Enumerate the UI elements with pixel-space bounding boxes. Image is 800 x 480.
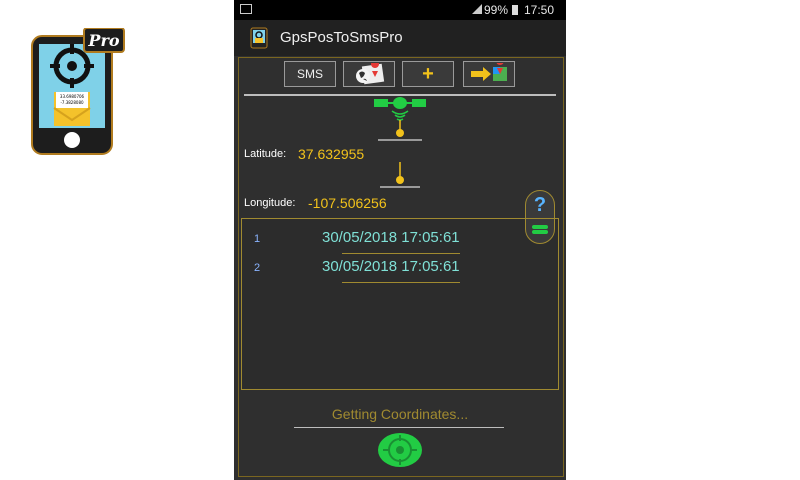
- image-notification-icon: [240, 4, 252, 14]
- app-launcher-icon: 33.6980706 -7.3828080 Pro: [30, 27, 126, 156]
- gps-target-icon: [378, 433, 422, 467]
- location-marker-icon: [380, 162, 420, 188]
- sms-preview-line1: 33.6980706: [60, 94, 85, 99]
- gps-locate-button[interactable]: [377, 432, 423, 468]
- list-item[interactable]: 2 30/05/2018 17:05:61: [242, 252, 542, 286]
- help-button[interactable]: ?: [525, 190, 555, 220]
- status-clock: 17:50: [524, 3, 555, 17]
- database-icon: [532, 225, 548, 234]
- battery-percent: 99%: [484, 3, 509, 17]
- longitude-label: Longitude:: [244, 197, 296, 209]
- app-title: GpsPosToSmsPro: [280, 29, 403, 46]
- world-map-pin-icon: [356, 63, 385, 85]
- phone-screen: 99% 17:50 GpsPosToSmsPro SMS + Latitude:…: [234, 0, 566, 480]
- add-button-label: +: [422, 62, 434, 85]
- pro-badge: Pro: [87, 31, 119, 50]
- history-list[interactable]: 1 30/05/2018 17:05:61 2 30/05/2018 17:05…: [241, 218, 559, 390]
- app-logo-icon: [250, 27, 268, 49]
- arrow-maps-icon: [471, 63, 507, 81]
- latitude-label: Latitude:: [244, 148, 287, 160]
- list-item-datetime: 30/05/2018 17:05:61: [322, 229, 460, 246]
- gps-status-text: Getting Coordinates...: [331, 406, 469, 422]
- list-item-index: 1: [254, 233, 261, 245]
- database-button[interactable]: [525, 218, 555, 244]
- satellite-icon: [374, 97, 426, 141]
- status-bar: 99% 17:50: [234, 0, 566, 20]
- list-item-datetime: 30/05/2018 17:05:61: [322, 258, 460, 275]
- latitude-value: 37.632955: [298, 146, 365, 162]
- add-button[interactable]: +: [402, 61, 454, 87]
- map-pin-button[interactable]: [343, 61, 395, 87]
- open-maps-button[interactable]: [463, 61, 515, 87]
- sms-preview-line2: -7.3828080: [60, 100, 84, 105]
- sms-button[interactable]: SMS: [284, 61, 336, 87]
- battery-icon: [512, 5, 518, 15]
- status-divider: [294, 427, 504, 428]
- list-item-index: 2: [254, 262, 261, 274]
- longitude-value: -107.506256: [308, 195, 387, 211]
- app-bar: GpsPosToSmsPro: [234, 20, 566, 56]
- sms-button-label: SMS: [296, 67, 323, 81]
- help-icon: ?: [533, 193, 547, 216]
- signal-icon: [472, 4, 482, 14]
- list-item-underline: [342, 282, 460, 283]
